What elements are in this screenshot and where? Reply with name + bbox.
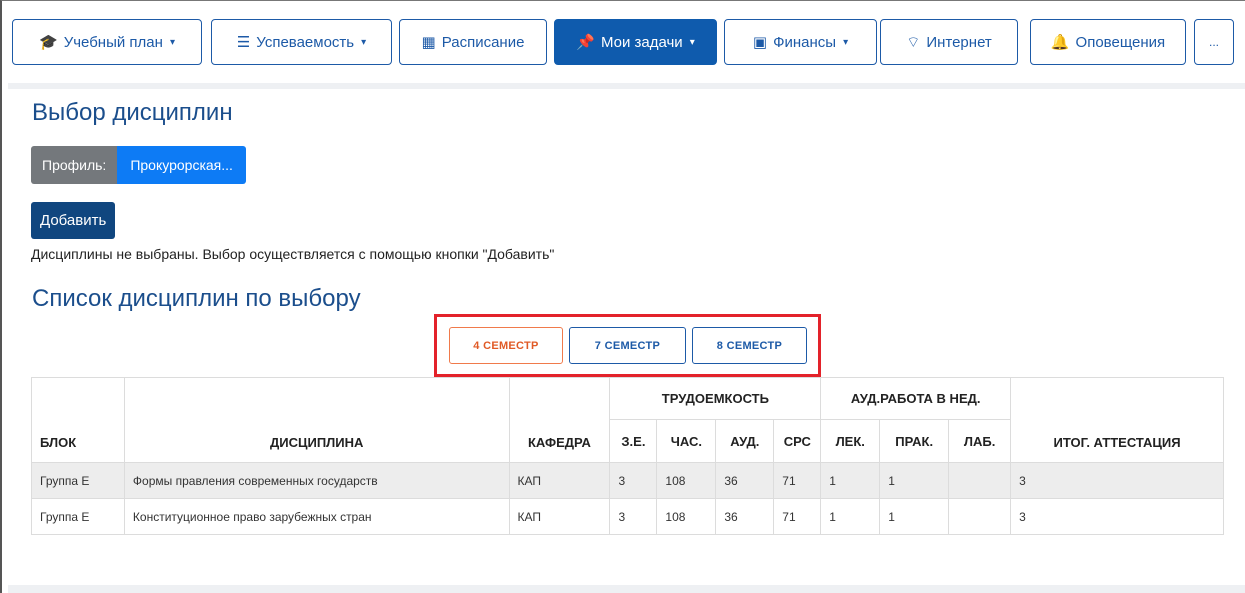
nav-notifications-label: Оповещения [1075,33,1166,51]
table-row: Группа Е Формы правления современных госу… [31,462,1224,499]
col-ze: З.Е. [609,419,658,463]
col-department: КАФЕДРА [508,377,611,463]
semester-4-button[interactable]: 4 СЕМЕСТР [449,327,563,364]
col-lectures: ЛЕК. [820,419,881,463]
nav-progress-label: Успеваемость [256,33,355,51]
table-cell: 3 [1010,498,1224,535]
profile-label: Профиль: [31,146,118,184]
col-srs: СРС [773,419,822,463]
nav-internet-label: Интернет [926,33,992,51]
nav-finance-button[interactable]: ▣ Финансы ▾ [724,19,877,65]
list-icon: ☰ [236,34,251,51]
col-aud: АУД. [715,419,775,463]
money-icon: ▣ [752,34,768,51]
col-hours: ЧАС. [656,419,717,463]
table-cell: 108 [656,462,717,499]
nav-schedule-label: Расписание [441,33,525,51]
table-cell: КАП [508,462,611,499]
nav-notifications-button[interactable]: 🔔 Оповещения [1030,19,1186,65]
table-cell: Группа Е [31,462,125,499]
table-cell: 1 [820,498,881,535]
page-title: Выбор дисциплин [32,99,233,126]
table-cell: 3 [609,462,658,499]
nav-my-tasks-button[interactable]: 📌 Мои задачи ▾ [554,19,717,65]
col-discipline: ДИСЦИПЛИНА [123,377,510,463]
wifi-icon: ⌔ [906,33,921,51]
nav-internet-button[interactable]: ⌔ Интернет [880,19,1018,65]
profile-value[interactable]: Прокурорская... [117,146,246,184]
disciplines-table: БЛОК ДИСЦИПЛИНА КАФЕДРА ТРУДОЕМКОСТЬ АУД… [31,377,1224,535]
col-block: БЛОК [31,377,125,463]
table-cell: 3 [1010,462,1224,499]
nav-schedule-button[interactable]: ▦ Расписание [399,19,547,65]
nav-progress-button[interactable]: ☰ Успеваемость ▾ [211,19,392,65]
table-cell [948,462,1012,499]
group-labor: ТРУДОЕМКОСТЬ [609,377,822,420]
add-button[interactable]: Добавить [31,202,116,239]
nav-my-tasks-label: Мои задачи [600,33,683,51]
table-cell: 1 [879,462,950,499]
table-cell: 1 [879,498,950,535]
profile-badge[interactable]: Профиль: Прокурорская... [31,146,246,184]
section-divider [8,83,1245,89]
table-cell: 1 [820,462,881,499]
table-cell: Группа Е [31,498,125,535]
chevron-down-icon: ▾ [689,36,695,48]
table-row: Группа Е Конституционное право зарубежных… [31,498,1224,535]
table-cell: 71 [773,462,822,499]
col-practice: ПРАК. [879,419,950,463]
table-cell: КАП [508,498,611,535]
table-cell: 36 [715,498,775,535]
chevron-down-icon: ▾ [169,36,175,48]
table-cell: 71 [773,498,822,535]
col-labs: ЛАБ. [948,419,1012,463]
col-attestation: ИТОГ. АТТЕСТАЦИЯ [1010,377,1224,463]
table-cell: 36 [715,462,775,499]
empty-selection-note: Дисциплины не выбраны. Выбор осуществляе… [31,246,555,262]
table-cell: 108 [656,498,717,535]
semester-7-button[interactable]: 7 СЕМЕСТР [569,327,686,364]
bell-icon: 🔔 [1050,34,1070,51]
calendar-icon: ▦ [421,34,436,51]
nav-more-label: ... [1208,35,1219,49]
nav-study-plan-label: Учебный план [63,33,163,51]
table-cell: 3 [609,498,658,535]
nav-study-plan-button[interactable]: 🎓 Учебный план ▾ [12,19,202,65]
table-cell [948,498,1012,535]
group-weekly: АУД.РАБОТА В НЕД. [820,377,1012,420]
section-divider-bottom [8,585,1245,593]
chevron-down-icon: ▾ [843,36,849,48]
graduation-cap-icon: 🎓 [39,34,58,51]
semester-8-button[interactable]: 8 СЕМЕСТР [692,327,807,364]
table-cell: Формы правления современных государств [123,462,510,499]
nav-finance-label: Финансы [773,33,837,51]
list-title: Список дисциплин по выбору [32,285,361,312]
nav-more-button[interactable]: ... [1194,19,1234,65]
chevron-down-icon: ▾ [361,36,367,48]
pin-icon: 📌 [576,34,595,51]
table-cell: Конституционное право зарубежных стран [123,498,510,535]
